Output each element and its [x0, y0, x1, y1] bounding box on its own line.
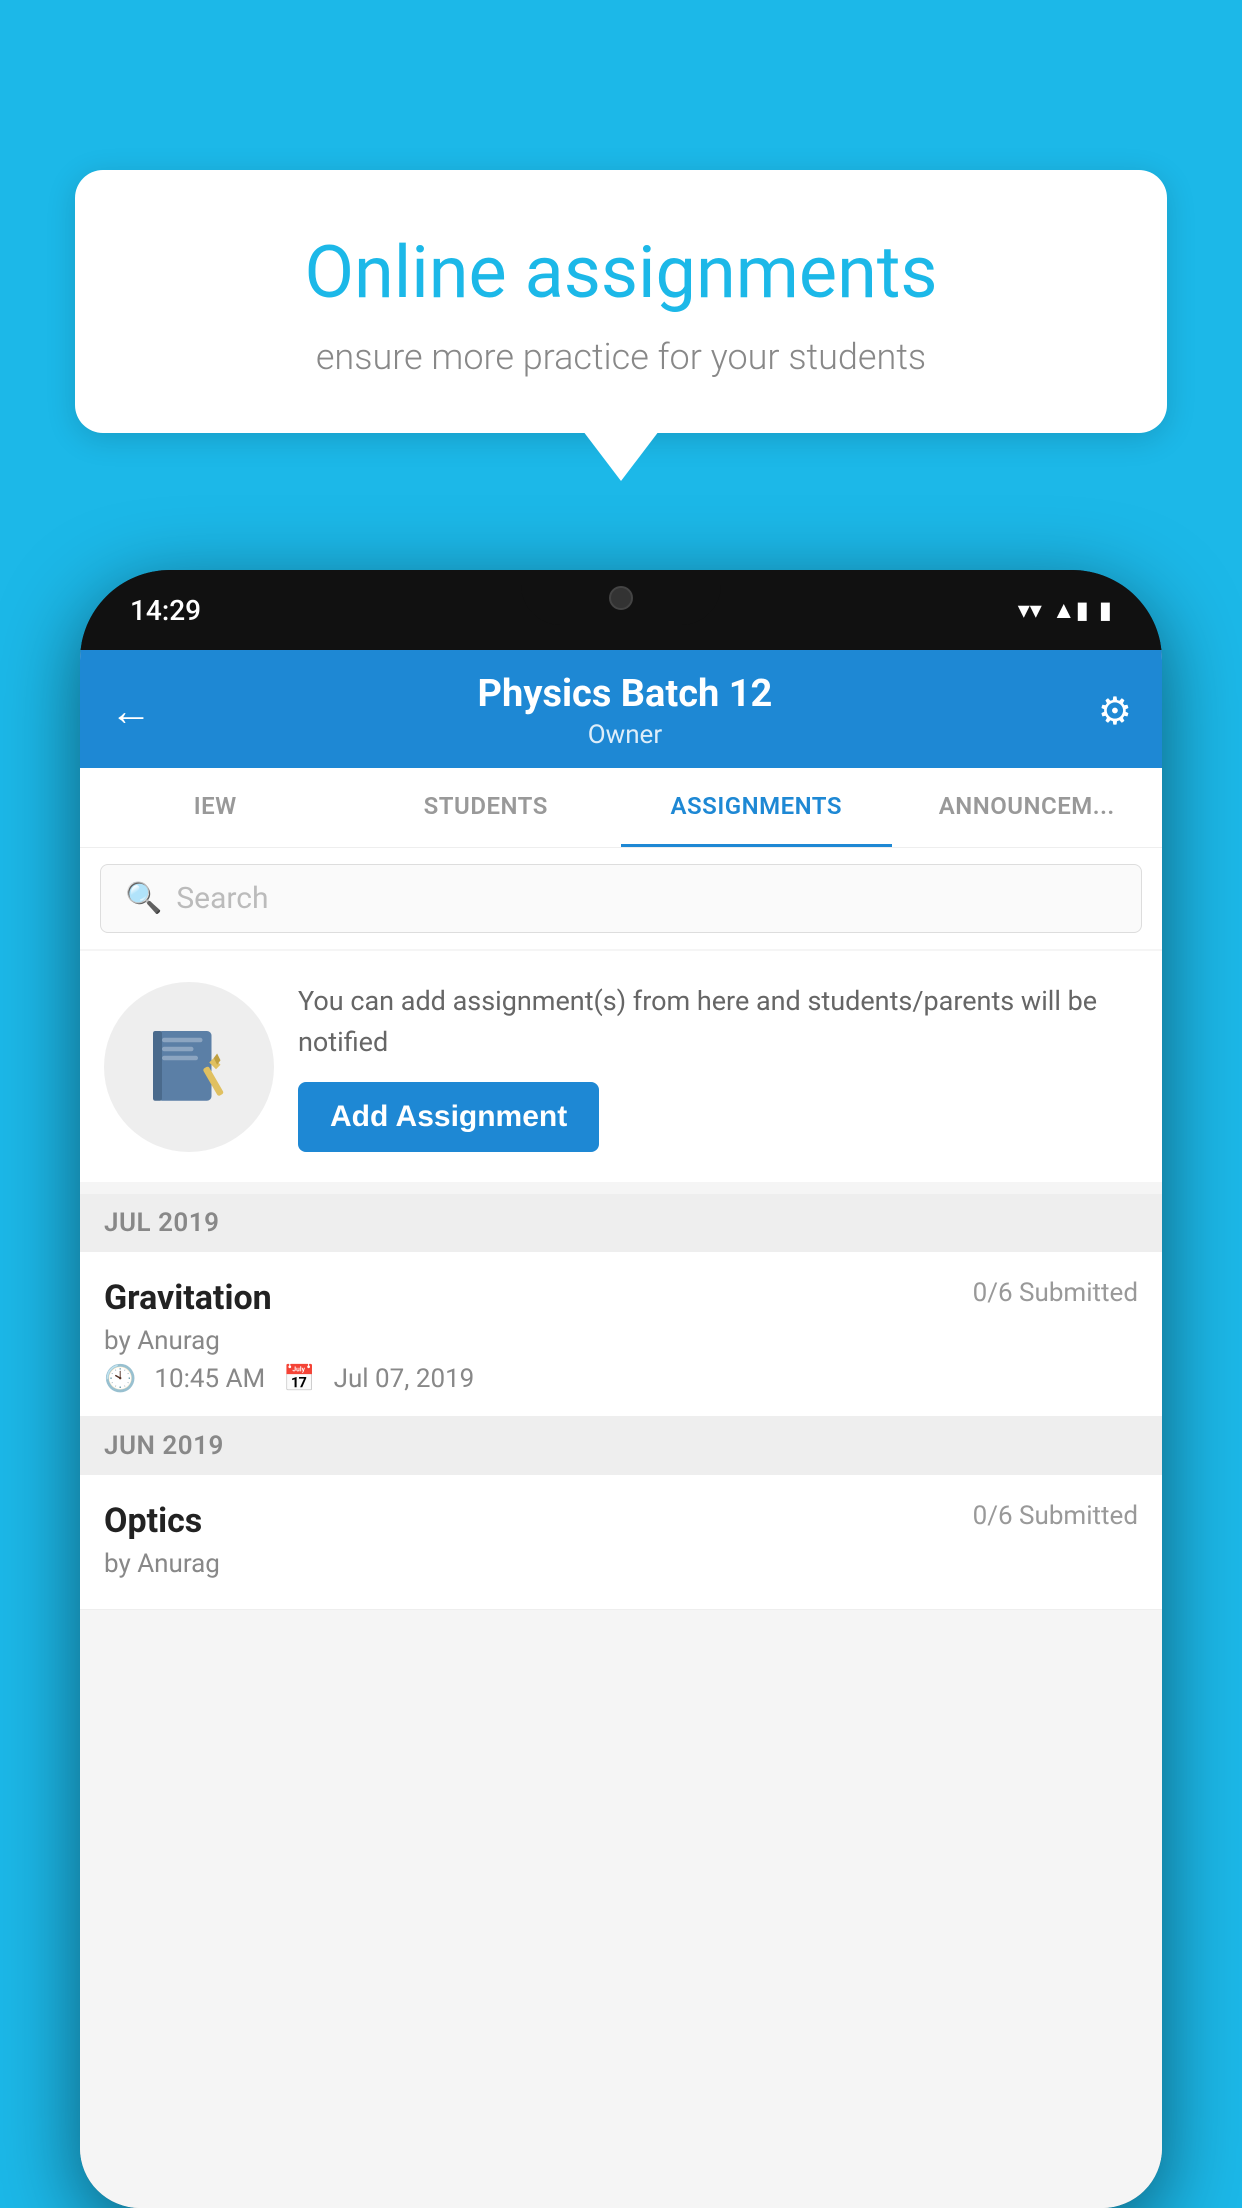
- bubble-subtitle: ensure more practice for your students: [145, 336, 1097, 378]
- header-center: Physics Batch 12 Owner: [478, 672, 773, 750]
- status-icons: ▾▾ ▲▮ ▮: [1018, 596, 1112, 625]
- front-camera: [609, 586, 633, 610]
- add-assignment-button[interactable]: Add Assignment: [298, 1082, 599, 1152]
- bubble-title: Online assignments: [145, 230, 1097, 316]
- assignment-icon-circle: [104, 982, 274, 1152]
- add-assignment-promo: You can add assignment(s) from here and …: [80, 951, 1162, 1182]
- assignment-meta-optics: by Anurag: [104, 1549, 1138, 1579]
- submitted-count-optics: 0/6 Submitted: [973, 1501, 1138, 1531]
- assignment-item-header-optics: Optics 0/6 Submitted: [104, 1501, 1138, 1541]
- header-title: Physics Batch 12: [478, 672, 773, 716]
- section-header-jul: JUL 2019: [80, 1194, 1162, 1252]
- calendar-icon: 📅: [283, 1364, 315, 1394]
- signal-icon: ▲▮: [1052, 596, 1089, 625]
- app-header: ← Physics Batch 12 Owner ⚙: [80, 650, 1162, 768]
- assignment-meta-gravitation: by Anurag: [104, 1326, 1138, 1356]
- content-area[interactable]: 🔍 Search: [80, 848, 1162, 2208]
- assignment-promo-text: You can add assignment(s) from here and …: [298, 981, 1138, 1152]
- status-time: 14:29: [130, 594, 201, 627]
- search-placeholder: Search: [176, 881, 268, 916]
- assignment-date: Jul 07, 2019: [334, 1364, 475, 1394]
- tab-announcements[interactable]: ANNOUNCEM...: [892, 768, 1163, 847]
- speech-bubble: Online assignments ensure more practice …: [75, 170, 1167, 433]
- tab-assignments[interactable]: ASSIGNMENTS: [621, 768, 892, 847]
- battery-icon: ▮: [1099, 596, 1112, 624]
- tabs-container: IEW STUDENTS ASSIGNMENTS ANNOUNCEM...: [80, 768, 1162, 848]
- phone-status-bar: 14:29 ▾▾ ▲▮ ▮: [80, 570, 1162, 650]
- assignment-item-header: Gravitation 0/6 Submitted: [104, 1278, 1138, 1318]
- wifi-icon: ▾▾: [1018, 596, 1042, 624]
- search-bar[interactable]: 🔍 Search: [100, 864, 1142, 933]
- assignment-item-gravitation[interactable]: Gravitation 0/6 Submitted by Anurag 🕙 10…: [80, 1252, 1162, 1417]
- promo-description: You can add assignment(s) from here and …: [298, 981, 1138, 1062]
- tab-students[interactable]: STUDENTS: [351, 768, 622, 847]
- tab-iew[interactable]: IEW: [80, 768, 351, 847]
- notebook-icon: [144, 1022, 234, 1112]
- assignment-name-gravitation: Gravitation: [104, 1278, 272, 1318]
- assignment-time-date-gravitation: 🕙 10:45 AM 📅 Jul 07, 2019: [104, 1364, 1138, 1394]
- settings-icon[interactable]: ⚙: [1098, 689, 1132, 734]
- phone-notch: [521, 570, 721, 625]
- clock-icon: 🕙: [104, 1364, 136, 1394]
- phone-screen: ← Physics Batch 12 Owner ⚙ IEW STUDENTS …: [80, 650, 1162, 2208]
- assignment-item-optics[interactable]: Optics 0/6 Submitted by Anurag: [80, 1475, 1162, 1610]
- header-subtitle: Owner: [478, 720, 773, 750]
- section-header-jun: JUN 2019: [80, 1417, 1162, 1475]
- search-icon: 🔍: [125, 881, 162, 916]
- phone-frame: 14:29 ▾▾ ▲▮ ▮ ← Physics Batch 12 Owner ⚙…: [80, 570, 1162, 2208]
- back-button[interactable]: ←: [110, 687, 152, 736]
- submitted-count-gravitation: 0/6 Submitted: [973, 1278, 1138, 1308]
- speech-bubble-container: Online assignments ensure more practice …: [75, 170, 1167, 433]
- search-bar-container: 🔍 Search: [80, 848, 1162, 949]
- assignment-name-optics: Optics: [104, 1501, 202, 1541]
- assignment-time: 10:45 AM: [154, 1364, 265, 1394]
